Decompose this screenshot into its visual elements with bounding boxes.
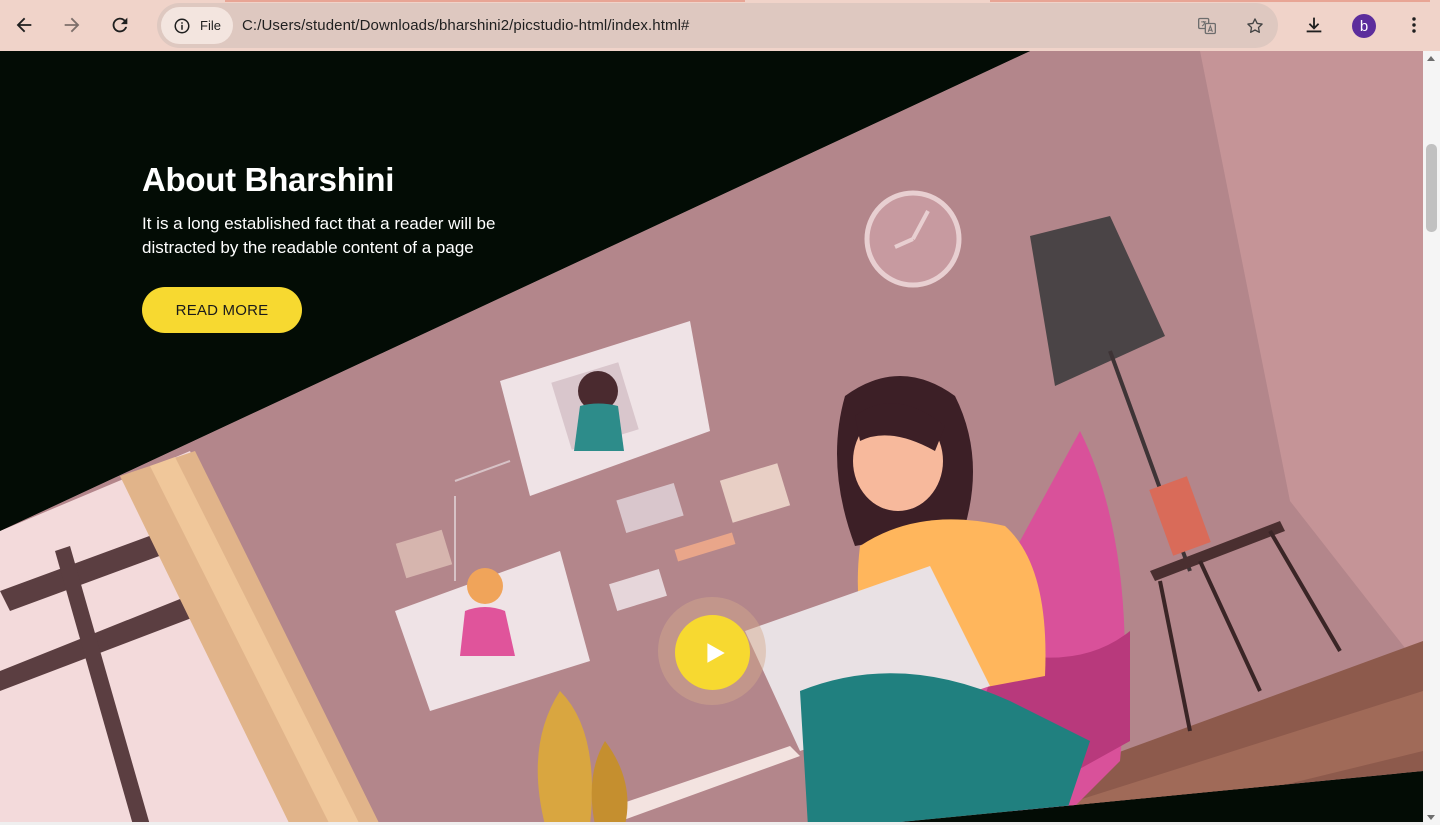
star-icon [1247,18,1263,33]
about-description: It is a long established fact that a rea… [142,214,496,257]
scroll-up-arrow-icon[interactable] [1427,56,1435,61]
forward-arrow-icon [64,17,80,33]
translate-button[interactable] [1195,14,1219,38]
page-scrollbar[interactable] [1423,51,1440,825]
back-arrow-icon [16,17,32,33]
play-icon [707,642,725,663]
about-content: About Bharshini It is a long established… [142,161,572,333]
tab-strip-accent [225,0,745,2]
bookmark-button[interactable] [1243,14,1267,38]
info-icon [174,18,190,33]
tab-strip-accent [990,0,1430,2]
downloads-button[interactable] [1297,8,1331,42]
back-button[interactable] [7,8,41,42]
download-icon [1306,17,1322,33]
play-video-button[interactable] [675,615,750,690]
read-more-button[interactable]: READ MORE [142,287,302,333]
reload-button[interactable] [103,8,137,42]
address-bar[interactable]: File C:/Users/student/Downloads/bharshin… [157,3,1278,48]
site-info-chip[interactable]: File [161,7,233,44]
forward-button[interactable] [55,8,89,42]
scroll-down-arrow-icon[interactable] [1427,815,1435,820]
browser-menu-button[interactable] [1397,8,1431,42]
scrollbar-thumb[interactable] [1426,144,1437,232]
browser-toolbar: File C:/Users/student/Downloads/bharshin… [0,0,1440,51]
reload-icon [112,17,128,33]
translate-icon [1198,17,1216,35]
site-chip-label: File [200,18,221,33]
kebab-menu-icon [1412,17,1416,33]
profile-avatar[interactable]: b [1352,14,1376,38]
about-section: About Bharshini It is a long established… [0,51,1423,825]
about-title: About Bharshini [142,161,395,198]
url-text[interactable]: C:/Users/student/Downloads/bharshini2/pi… [242,17,689,34]
